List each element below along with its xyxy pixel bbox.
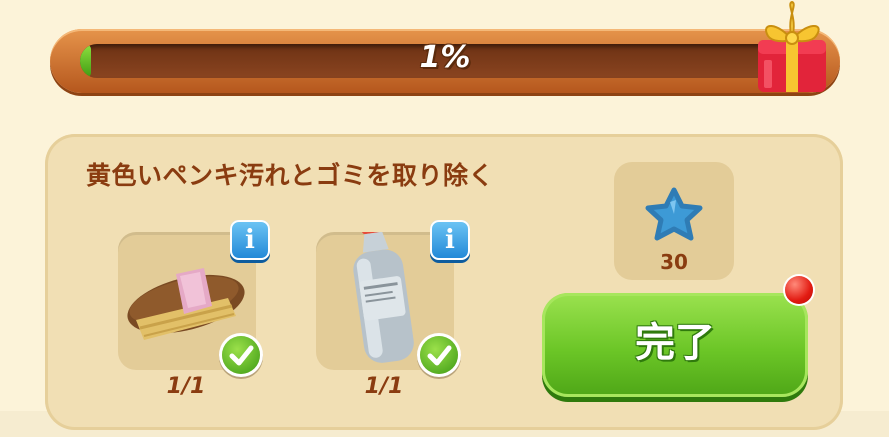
progress-bar-fill: [80, 44, 92, 78]
item-info-button-bottle[interactable]: i: [430, 220, 470, 260]
task-title: 黄色いペンキ汚れとゴミを取り除く: [86, 161, 495, 190]
item-count-bottle: 1/1: [364, 374, 404, 399]
check-icon: [222, 336, 260, 374]
item-slot-bottle[interactable]: i: [316, 220, 470, 374]
blue-star-icon: [645, 187, 703, 241]
item-slot-brush[interactable]: i: [118, 220, 270, 374]
progress-percent-label: 1%: [419, 40, 471, 75]
item-info-button-brush[interactable]: i: [230, 220, 270, 260]
notification-dot: [785, 276, 813, 304]
reward-value: 30: [660, 250, 688, 274]
gift-box-icon[interactable]: [750, 0, 834, 98]
check-icon: [420, 336, 458, 374]
item-count-brush: 1/1: [166, 374, 206, 399]
complete-button[interactable]: 完了: [542, 293, 808, 397]
